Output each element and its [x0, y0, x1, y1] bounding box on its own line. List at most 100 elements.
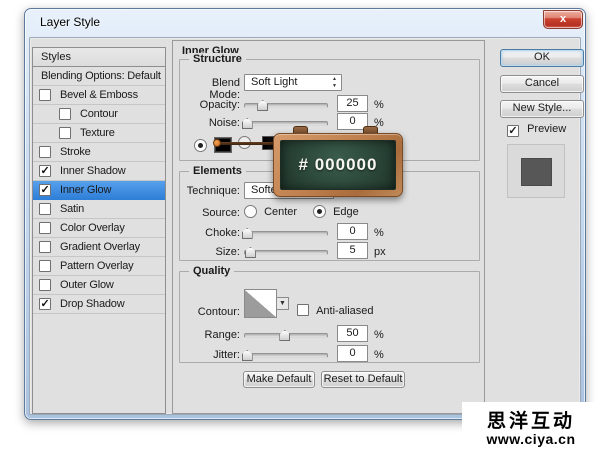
quality-label: Quality: [189, 265, 235, 277]
source-label: Source:: [202, 207, 240, 219]
hex-color-value: # 000000: [298, 155, 378, 174]
checked-checkbox[interactable]: ✓: [39, 298, 51, 310]
sidebar-item-label: Texture: [80, 127, 115, 139]
contour-thumbnail[interactable]: [244, 289, 277, 318]
noise-slider-thumb[interactable]: [241, 118, 253, 129]
sidebar-item-outer-glow[interactable]: Outer Glow: [33, 276, 165, 295]
sidebar-item-label: Inner Glow: [60, 184, 112, 196]
source-row: Source: Center Edge: [180, 204, 479, 222]
sidebar-item-satin[interactable]: Satin: [33, 200, 165, 219]
quality-group: Quality Contour: ▼ Anti-aliased Range: 5…: [179, 265, 480, 364]
choke-slider-thumb[interactable]: [241, 228, 253, 239]
size-input[interactable]: 5: [337, 242, 368, 259]
range-slider-thumb[interactable]: [279, 330, 291, 341]
color-radio[interactable]: [194, 139, 207, 152]
opacity-row: Opacity: 25 %: [180, 95, 479, 114]
jitter-slider-thumb[interactable]: [241, 350, 253, 361]
sidebar-item-label: Bevel & Emboss: [60, 89, 138, 101]
layer-style-dialog: Layer Style x Styles Blending Options: D…: [24, 8, 586, 420]
sidebar-item-pattern-overlay[interactable]: Pattern Overlay: [33, 257, 165, 276]
checked-checkbox[interactable]: ✓: [39, 165, 51, 177]
size-slider[interactable]: [244, 247, 328, 258]
preview-checkbox[interactable]: ✓: [507, 125, 519, 137]
unchecked-checkbox[interactable]: [39, 89, 51, 101]
opacity-slider-thumb[interactable]: [257, 100, 269, 111]
preview-label: Preview: [527, 123, 567, 135]
chalkboard: # 000000: [280, 140, 396, 190]
unchecked-checkbox[interactable]: [59, 108, 71, 120]
sidebar-item-label: Color Overlay: [60, 222, 125, 234]
contour-dropdown-icon[interactable]: ▼: [277, 297, 289, 310]
anti-aliased-label: Anti-aliased: [316, 305, 374, 317]
checked-checkbox[interactable]: ✓: [39, 184, 51, 196]
sidebar-item-blending-options-default[interactable]: Blending Options: Default: [33, 67, 165, 86]
unchecked-checkbox[interactable]: [59, 127, 71, 139]
sidebar-item-color-overlay[interactable]: Color Overlay: [33, 219, 165, 238]
styles-header: Styles: [33, 48, 165, 67]
range-input[interactable]: 50: [337, 325, 368, 342]
size-slider-thumb[interactable]: [244, 247, 256, 258]
unchecked-checkbox[interactable]: [39, 260, 51, 272]
jitter-unit: %: [374, 349, 384, 361]
blend-mode-value: Soft Light: [251, 76, 298, 88]
close-icon[interactable]: x: [543, 10, 583, 29]
contour-row: Contour: ▼ Anti-aliased: [180, 289, 479, 321]
sidebar-item-label: Satin: [60, 203, 85, 215]
new-style-button[interactable]: New Style...: [500, 100, 584, 118]
source-edge-label: Edge: [333, 206, 359, 218]
styles-list: Blending Options: Default Bevel & Emboss C…: [33, 67, 165, 314]
choke-label: Choke:: [205, 227, 240, 239]
jitter-input[interactable]: 0: [337, 345, 368, 362]
unchecked-checkbox[interactable]: [39, 222, 51, 234]
range-row: Range: 50 %: [180, 325, 479, 344]
styles-sidebar: Styles Blending Options: Default Bevel & …: [32, 47, 166, 414]
noise-label: Noise:: [208, 117, 240, 129]
sidebar-item-inner-glow[interactable]: ✓ Inner Glow: [33, 181, 165, 200]
sidebar-item-label: Blending Options: Default: [41, 70, 161, 82]
sidebar-item-label: Stroke: [60, 146, 91, 158]
choke-input[interactable]: 0: [337, 223, 368, 240]
source-center-label: Center: [264, 206, 298, 218]
sidebar-item-label: Inner Shadow: [60, 165, 126, 177]
range-slider[interactable]: [244, 330, 328, 341]
reset-to-default-button[interactable]: Reset to Default: [321, 371, 405, 388]
unchecked-checkbox[interactable]: [39, 146, 51, 158]
source-edge-radio[interactable]: [313, 205, 326, 218]
unchecked-checkbox[interactable]: [39, 241, 51, 253]
sidebar-item-inner-shadow[interactable]: ✓ Inner Shadow: [33, 162, 165, 181]
choke-row: Choke: 0 %: [180, 223, 479, 242]
sidebar-item-texture[interactable]: Texture: [33, 124, 165, 143]
sidebar-item-label: Contour: [80, 108, 118, 120]
jitter-slider[interactable]: [241, 350, 328, 361]
opacity-input[interactable]: 25: [337, 95, 368, 112]
preview-swatch: [521, 158, 552, 186]
sidebar-item-bevel-emboss[interactable]: Bevel & Emboss: [33, 86, 165, 105]
elements-label: Elements: [189, 165, 246, 177]
opacity-slider[interactable]: [244, 100, 328, 111]
title-bar[interactable]: Layer Style x: [25, 9, 585, 36]
cancel-button[interactable]: Cancel: [500, 75, 584, 93]
contour-label: Contour:: [197, 306, 240, 318]
sidebar-item-contour[interactable]: Contour: [33, 105, 165, 124]
dropdown-arrows-icon: ▲ ▼: [332, 76, 337, 89]
make-default-button[interactable]: Make Default: [243, 371, 315, 388]
ok-button[interactable]: OK: [500, 49, 584, 67]
unchecked-checkbox[interactable]: [39, 203, 51, 215]
sidebar-item-drop-shadow[interactable]: ✓ Drop Shadow: [33, 295, 165, 314]
watermark: 思洋互动 www.ciya.cn: [462, 402, 600, 449]
sidebar-item-label: Outer Glow: [60, 279, 114, 291]
preview-thumbnail: [507, 144, 565, 198]
sidebar-item-stroke[interactable]: Stroke: [33, 143, 165, 162]
sidebar-item-gradient-overlay[interactable]: Gradient Overlay: [33, 238, 165, 257]
blend-mode-select[interactable]: Soft Light ▲ ▼: [244, 74, 342, 91]
technique-label: Technique:: [186, 185, 240, 197]
anti-aliased-checkbox[interactable]: [297, 304, 309, 316]
source-center-radio[interactable]: [244, 205, 257, 218]
size-unit: px: [374, 246, 386, 258]
unchecked-checkbox[interactable]: [39, 279, 51, 291]
choke-slider[interactable]: [241, 228, 328, 239]
jitter-row: Jitter: 0 %: [180, 345, 479, 364]
preview-row: ✓ Preview: [507, 123, 566, 137]
window-title: Layer Style: [40, 15, 101, 29]
jitter-label: Jitter:: [213, 349, 240, 361]
